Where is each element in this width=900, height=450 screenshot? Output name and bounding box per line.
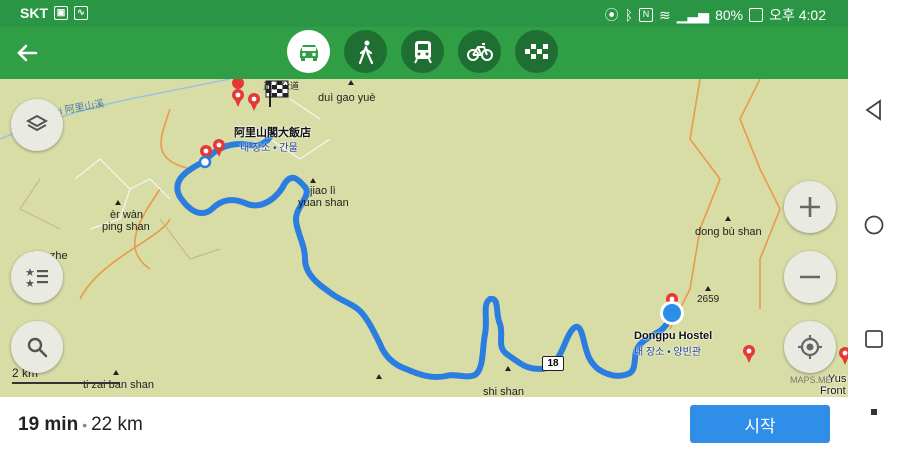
map-label: shi shan: [483, 386, 524, 397]
clock: 오후 4:02: [769, 7, 826, 23]
map-label: jiao lì: [310, 185, 336, 197]
route-line: [174, 131, 675, 381]
route-summary-panel: 19 min • 22 km 시작: [0, 397, 848, 450]
plus-icon: [800, 197, 820, 217]
walk-icon: [358, 40, 373, 64]
zoom-out-button[interactable]: [784, 251, 836, 303]
map-pin: [743, 345, 755, 363]
map-label: èr wàn: [110, 209, 144, 221]
status-bar: SKT ▣ ∿ ⦿ ᛒ N ≋ ▁▃▅ 80% 오후 4:02: [0, 0, 848, 27]
search-icon: [27, 337, 48, 358]
signal-icon: ▁▃▅: [676, 6, 710, 23]
carrier-label: SKT: [20, 5, 48, 21]
poi-label-partial: Front: [820, 385, 846, 397]
zoom-in-button[interactable]: [784, 181, 836, 233]
activity-notification-icon: ∿: [74, 6, 88, 20]
route-duration: 19 min: [18, 414, 79, 435]
trail-line: [669, 79, 781, 330]
route-start-marker: [198, 155, 212, 169]
layers-button[interactable]: [11, 99, 63, 151]
start-navigation-button[interactable]: 시작: [690, 405, 830, 443]
taxi-mode-button[interactable]: [515, 30, 558, 73]
search-button[interactable]: [11, 321, 63, 373]
back-arrow-icon[interactable]: [14, 40, 40, 66]
gallery-notification-icon: ▣: [54, 6, 68, 20]
my-location-button[interactable]: [784, 321, 836, 373]
bicycle-mode-button[interactable]: [458, 30, 501, 73]
map-label: dong bù shan: [695, 226, 762, 238]
svg-text:★: ★: [25, 277, 35, 289]
nav-bar-dot-icon: [862, 400, 886, 424]
route-summary: 19 min • 22 km: [18, 414, 143, 436]
train-icon: [413, 40, 432, 63]
map-label: yuan shan: [298, 197, 349, 209]
layers-icon: [25, 114, 49, 132]
map-scale-bar: [12, 382, 120, 384]
car-icon: [299, 44, 318, 61]
map-view[interactable]: duì gao yuè 正上公道 ukan xi 阿里山溪 èr wàn pin…: [0, 79, 848, 397]
bookmarks-button[interactable]: ★ ★: [11, 251, 63, 303]
map-label: ping shan: [102, 221, 150, 233]
route-distance: 22 km: [91, 414, 143, 435]
map-pin: [248, 93, 260, 111]
recents-nav-icon[interactable]: [862, 327, 886, 351]
home-nav-icon[interactable]: [862, 213, 886, 237]
map-canvas: [0, 79, 848, 381]
wifi-icon: ≋: [659, 6, 671, 23]
map-attribution: MAPS.ME: [790, 375, 832, 385]
map-label: 正上公道: [263, 81, 300, 91]
route-toolbar: [0, 27, 848, 79]
hostel-name[interactable]: Dongpu Hostel: [634, 330, 712, 342]
road-number-shield: 18: [542, 356, 564, 371]
trail-line: [79, 108, 191, 300]
elevation-label: 2659: [697, 294, 720, 305]
hostel-subtitle: 내 장소 • 양빈관: [634, 347, 702, 358]
car-mode-button[interactable]: [287, 30, 330, 73]
transit-mode-button[interactable]: [401, 30, 444, 73]
crosshair-icon: [798, 335, 822, 359]
hotel-start-subtitle: 내 장소 • 간물: [240, 143, 298, 154]
battery-level: 80%: [715, 7, 744, 23]
location-icon: ⦿: [604, 7, 619, 23]
transport-mode-selector: [287, 30, 558, 73]
summary-separator: •: [82, 417, 88, 433]
nfc-icon: N: [639, 8, 654, 22]
bicycle-icon: [466, 42, 493, 61]
map-pin: [839, 347, 848, 365]
back-nav-icon[interactable]: [862, 98, 886, 122]
walk-mode-button[interactable]: [344, 30, 387, 73]
taxi-icon: [524, 43, 548, 59]
bluetooth-icon: ᛒ: [624, 7, 634, 23]
map-label: duì gao yuè: [318, 92, 376, 104]
map-pin: [232, 79, 244, 107]
battery-icon: [749, 8, 764, 22]
system-navigation-bar: [848, 0, 900, 450]
minus-icon: [800, 275, 820, 279]
map-label: ti zai ban shan: [83, 379, 154, 391]
hotel-start-name[interactable]: 阿里山閣大飯店: [234, 124, 311, 140]
star-list-icon: ★★: [25, 266, 48, 289]
